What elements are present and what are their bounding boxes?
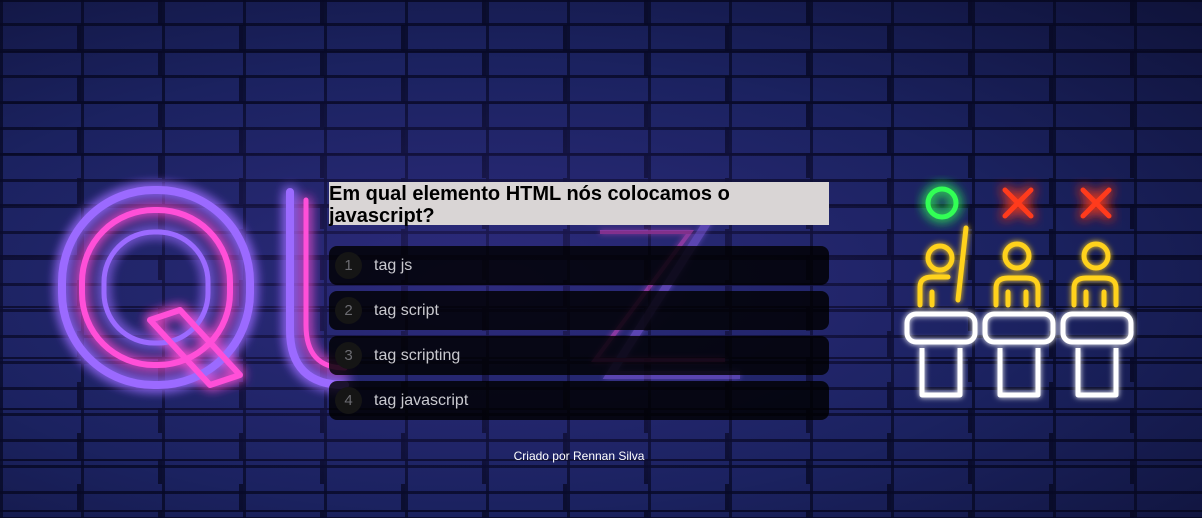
question-text: Em qual elemento HTML nós colocamos o ja…: [329, 182, 829, 227]
answer-option-2[interactable]: 2 tag script: [329, 291, 829, 330]
answer-number-badge: 4: [335, 387, 362, 414]
neon-x-icon-1: [1002, 187, 1034, 219]
answers-list: 1 tag js 2 tag script 3 tag scripting 4 …: [329, 246, 829, 420]
answer-option-1[interactable]: 1 tag js: [329, 246, 829, 285]
answer-number-badge: 2: [335, 297, 362, 324]
neon-q-letter: [58, 186, 254, 389]
neon-x-icon-2: [1080, 187, 1112, 219]
answer-label: tag script: [374, 301, 439, 319]
neon-circle-icon: [925, 186, 959, 220]
answer-label: tag javascript: [374, 391, 469, 409]
answer-option-3[interactable]: 3 tag scripting: [329, 336, 829, 375]
quiz-container: Em qual elemento HTML nós colocamos o ja…: [329, 182, 829, 420]
answer-number-badge: 3: [335, 342, 362, 369]
neon-podiums: [904, 311, 1134, 398]
neon-contestant-figures: [917, 225, 1119, 308]
footer-credit: Criado por Rennan Silva: [513, 449, 645, 463]
answer-option-4[interactable]: 4 tag javascript: [329, 381, 829, 420]
answer-number-badge: 1: [335, 252, 362, 279]
answer-label: tag scripting: [374, 346, 461, 364]
answer-label: tag js: [374, 256, 413, 274]
